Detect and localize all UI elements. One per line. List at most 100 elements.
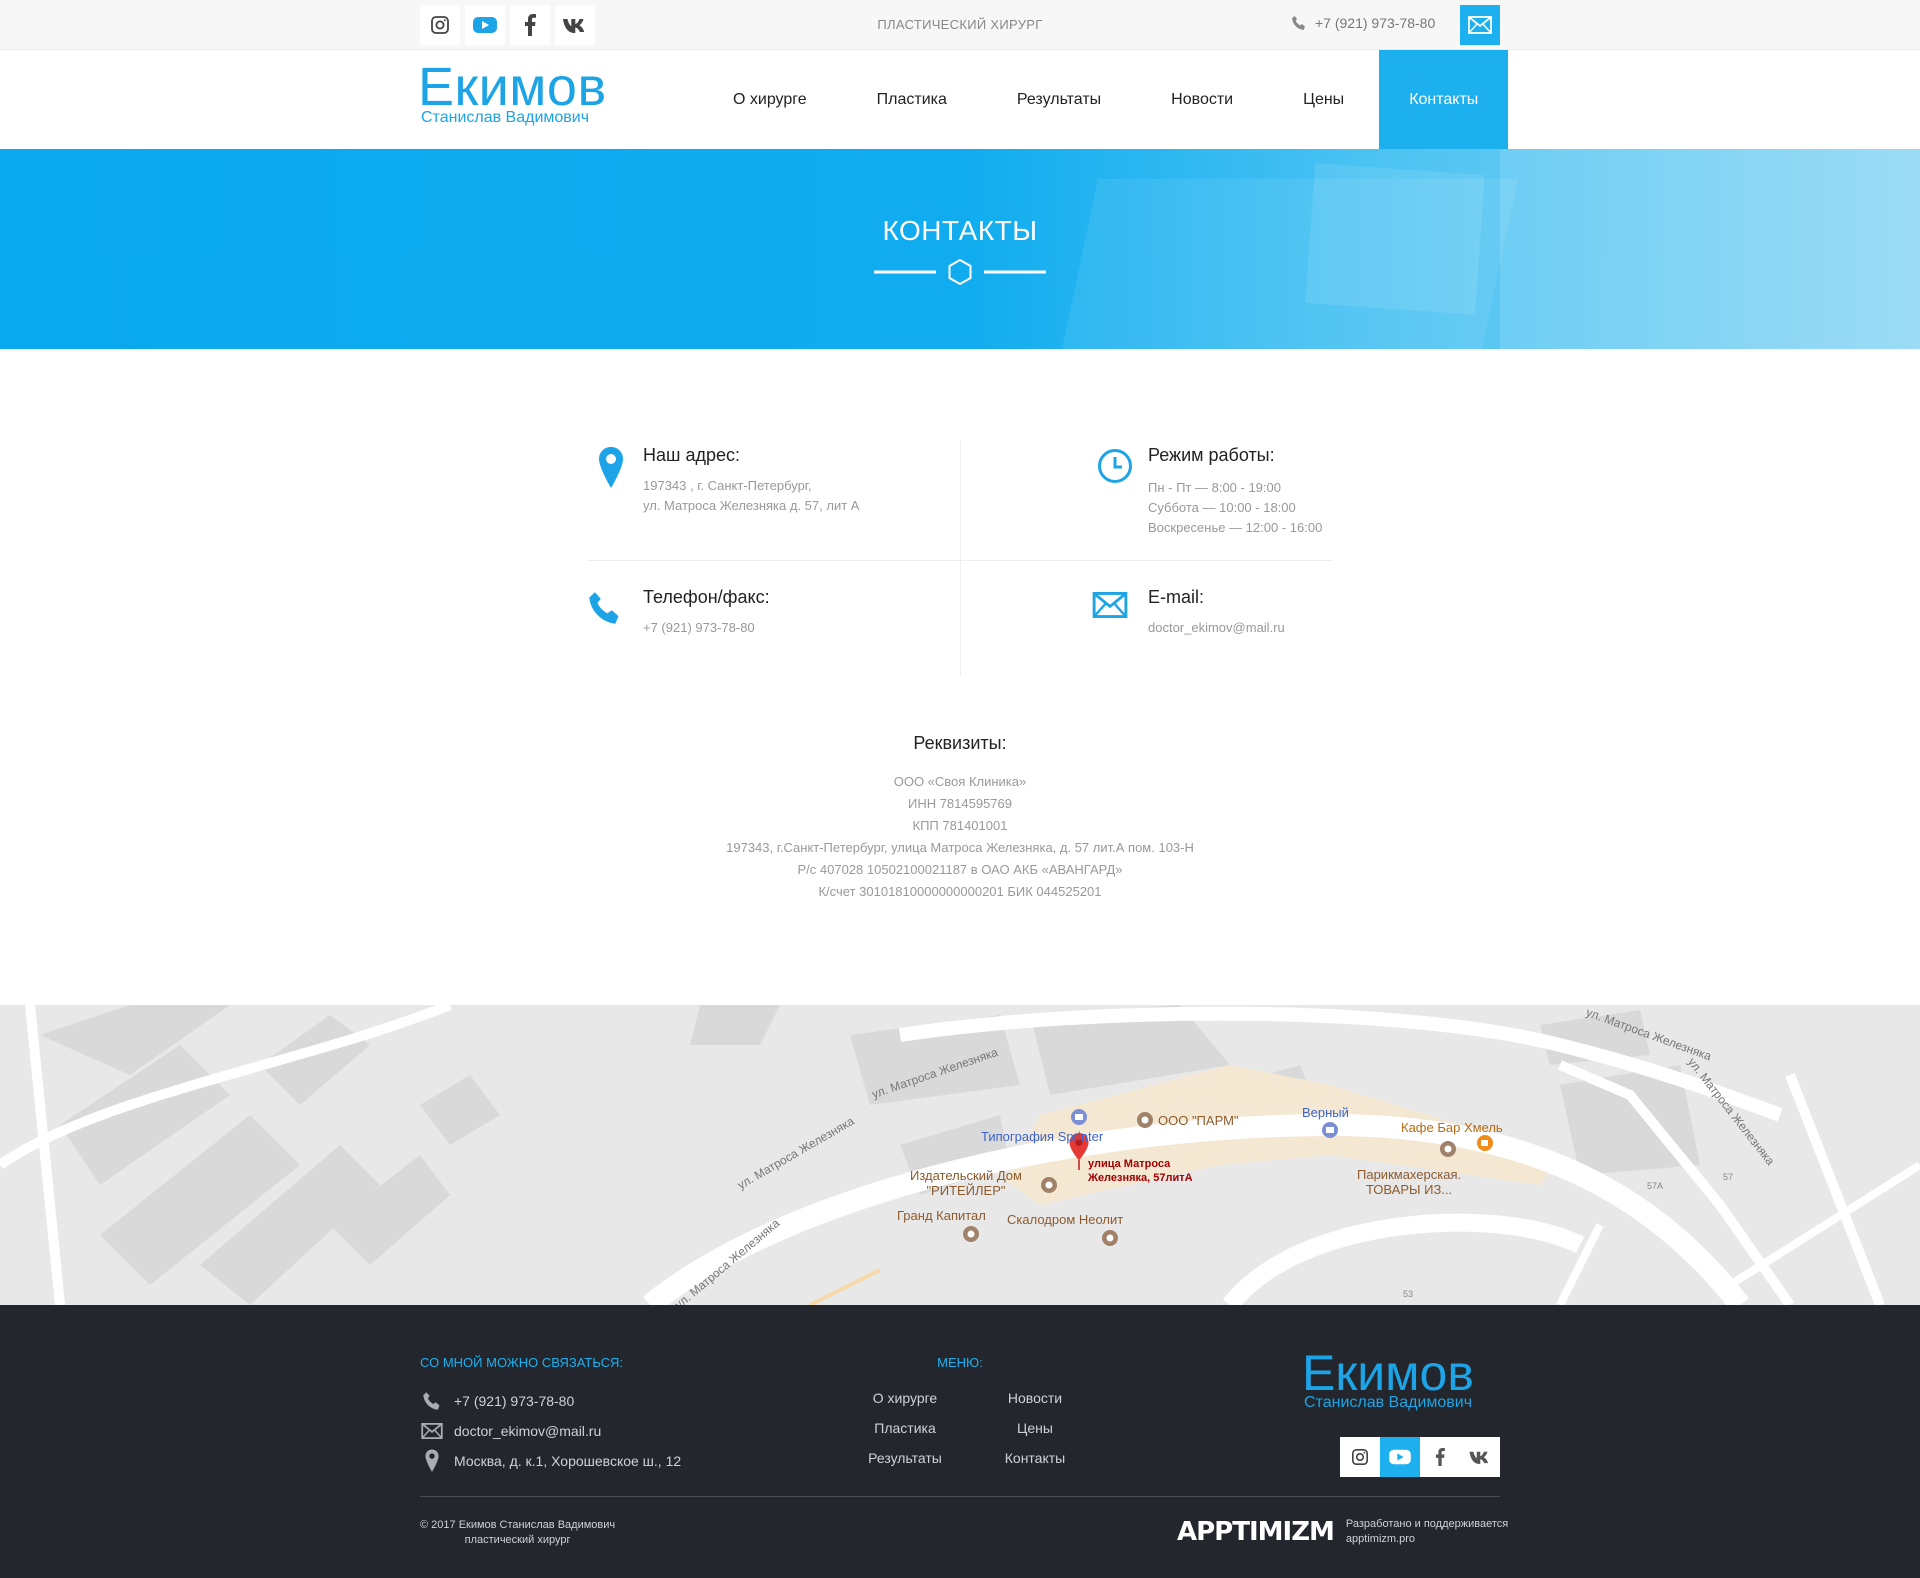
vk-icon[interactable] (1460, 1437, 1500, 1477)
requisites: Реквизиты: ООО «Своя Клиника» ИНН 781459… (560, 733, 1360, 903)
developer-text-line: apptimizm.pro (1345, 1533, 1415, 1545)
map-label[interactable]: Скалодром Неолит (1007, 1212, 1123, 1227)
copyright-line: пластический хирург (464, 1534, 571, 1546)
map-label-line: "РИТЕЙЛЕР" (926, 1183, 1006, 1198)
facebook-icon[interactable] (510, 5, 550, 45)
map-label-line: Парикмахерская. (1357, 1167, 1462, 1182)
instagram-icon[interactable] (420, 5, 460, 45)
nav-item-plastics[interactable]: Пластика (842, 50, 982, 149)
phone-icon (1292, 16, 1305, 30)
email-title: E-mail: (1148, 587, 1205, 607)
building-number: 53 (1403, 1289, 1414, 1299)
map-pin-icon (420, 1449, 444, 1473)
footer-menu-news[interactable]: Новости (970, 1383, 1100, 1413)
requisites-line: КПП 781401001 (912, 818, 1008, 833)
facebook-icon[interactable] (1420, 1437, 1460, 1477)
divider (960, 440, 961, 676)
nav-item-prices[interactable]: Цены (1268, 50, 1379, 149)
requisites-line: 197343, г.Санкт-Петербург, улица Матроса… (726, 840, 1194, 855)
footer-social-links (1340, 1437, 1500, 1477)
map-label-line: ТОВАРЫ ИЗ... (1365, 1182, 1453, 1197)
copyright-line: © 2017 Екимов Станислав Вадимович (420, 1519, 616, 1531)
footer-phone[interactable]: +7 (921) 973-78-80 (420, 1386, 681, 1416)
footer-menu-about[interactable]: О хирурге (840, 1383, 970, 1413)
requisites-line: Р/с 407028 10502100021187 в ОАО АКБ «АВА… (797, 862, 1123, 877)
address-title: Наш адрес: (643, 445, 740, 465)
contact-info: Наш адрес: 197343 , г. Санкт-Петербург, … (587, 440, 1333, 676)
youtube-icon[interactable] (465, 5, 505, 45)
footer-menu-contacts[interactable]: Контакты (970, 1443, 1100, 1473)
top-email-button[interactable] (1460, 5, 1500, 45)
building-number: 57А (1647, 1181, 1664, 1191)
top-phone-text: +7 (921) 973-78-80 (1315, 15, 1436, 31)
map-label[interactable]: Верный (1302, 1105, 1349, 1120)
top-social-links (420, 5, 595, 45)
site-logo[interactable]: Екимов Станислав Вадимович (418, 57, 607, 126)
map-label[interactable]: Издательский Дом "РИТЕЙЛЕР" (910, 1168, 1022, 1198)
top-bar: Пластический хирург +7 (921) 973-78-80 (0, 0, 1920, 50)
footer-logo[interactable]: Екимов Станислав Вадимович (1302, 1345, 1474, 1411)
nav-item-results[interactable]: Результаты (982, 50, 1136, 149)
footer-menu-plastics[interactable]: Пластика (840, 1413, 970, 1443)
footer-address-text: Москва, д. к.1, Хорошевское ш., 12 (454, 1453, 682, 1469)
footer-menu-results[interactable]: Результаты (840, 1443, 970, 1473)
developer-logo: APPTIMIZM (1177, 1517, 1335, 1547)
requisites-line: ИНН 7814595769 (907, 796, 1013, 811)
place-marker-icon (1440, 1141, 1456, 1157)
map-label[interactable]: Типография Sprinter (981, 1129, 1103, 1144)
map-label-line: улица Матроса (1088, 1158, 1171, 1170)
site-footer: Со мной можно связаться: +7 (921) 973-78… (0, 1305, 1920, 1578)
mail-icon (1092, 592, 1128, 618)
page-hero: КОНТАКТЫ (0, 149, 1920, 349)
youtube-icon[interactable] (1380, 1437, 1420, 1477)
hexagon-divider-icon (874, 258, 1046, 286)
requisites-line: К/счет 30101810000000000201 БИК 04452520… (818, 884, 1102, 899)
place-marker-icon (1041, 1177, 1057, 1193)
clock-icon (1098, 449, 1132, 483)
top-phone[interactable]: +7 (921) 973-78-80 (1291, 15, 1435, 31)
mail-icon (420, 1423, 444, 1439)
map-label-line: Железняка, 57литА (1088, 1172, 1193, 1184)
hours-text: Пн - Пт — 8:00 - 19:00 Суббота — 10:00 -… (1148, 478, 1322, 538)
map-canvas (0, 1005, 1920, 1305)
place-marker-icon (1102, 1230, 1118, 1246)
page-title: КОНТАКТЫ (882, 215, 1038, 246)
hours-title: Режим работы: (1148, 445, 1275, 465)
map-label[interactable]: ООО "ПАРМ" (1158, 1113, 1239, 1128)
hours-line: Пн - Пт — 8:00 - 19:00 (1148, 480, 1281, 495)
main-nav: О хирурге Пластика Результаты Новости Це… (698, 50, 1509, 149)
address-text: 197343 , г. Санкт-Петербург, ул. Матроса… (643, 476, 859, 516)
hours-line: Воскресенье — 12:00 - 16:00 (1148, 520, 1323, 535)
instagram-icon[interactable] (1340, 1437, 1380, 1477)
footer-contacts-title: Со мной можно связаться: (420, 1355, 623, 1370)
phone-value[interactable]: +7 (921) 973-78-80 (643, 618, 755, 638)
developer-credit[interactable]: APPTIMIZM Разработано и поддерживается a… (1177, 1517, 1508, 1547)
requisites-line: ООО «Своя Клиника» (893, 774, 1027, 789)
vk-icon[interactable] (555, 5, 595, 45)
mail-icon (1468, 16, 1492, 34)
footer-menu-title: Меню: (937, 1355, 983, 1370)
address-line: 197343 , г. Санкт-Петербург, (643, 478, 812, 493)
phone-icon (420, 1391, 444, 1411)
nav-item-about[interactable]: О хирурге (698, 50, 842, 149)
footer-email[interactable]: doctor_ekimov@mail.ru (420, 1416, 681, 1446)
phone-icon (589, 592, 619, 624)
developer-text: Разработано и поддерживается apptimizm.p… (1346, 1517, 1508, 1547)
footer-logo-fullname: Станислав Вадимович (1304, 1394, 1473, 1411)
shop-marker-icon (1322, 1122, 1338, 1138)
developer-text-line: Разработано и поддерживается (1345, 1518, 1509, 1530)
footer-menu-prices[interactable]: Цены (970, 1413, 1100, 1443)
footer-logo-surname: Екимов (1302, 1345, 1474, 1401)
footer-email-text: doctor_ekimov@mail.ru (454, 1423, 602, 1439)
logo-surname: Екимов (418, 57, 607, 117)
map-label[interactable]: Парикмахерская. ТОВАРЫ ИЗ... (1357, 1167, 1461, 1197)
footer-phone-text: +7 (921) 973-78-80 (454, 1393, 575, 1409)
map-label[interactable]: Кафе Бар Хмель (1401, 1120, 1503, 1135)
nav-item-contacts[interactable]: Контакты (1379, 50, 1509, 149)
hero-background-shape (1305, 163, 1485, 315)
logo-fullname: Станислав Вадимович (421, 109, 590, 126)
nav-item-news[interactable]: Новости (1136, 50, 1268, 149)
email-value[interactable]: doctor_ekimov@mail.ru (1148, 618, 1285, 638)
map-label[interactable]: Гранд Капитал (897, 1208, 986, 1223)
location-map[interactable]: Типография Sprinter ООО "ПАРМ" Верный Ка… (0, 1005, 1920, 1305)
